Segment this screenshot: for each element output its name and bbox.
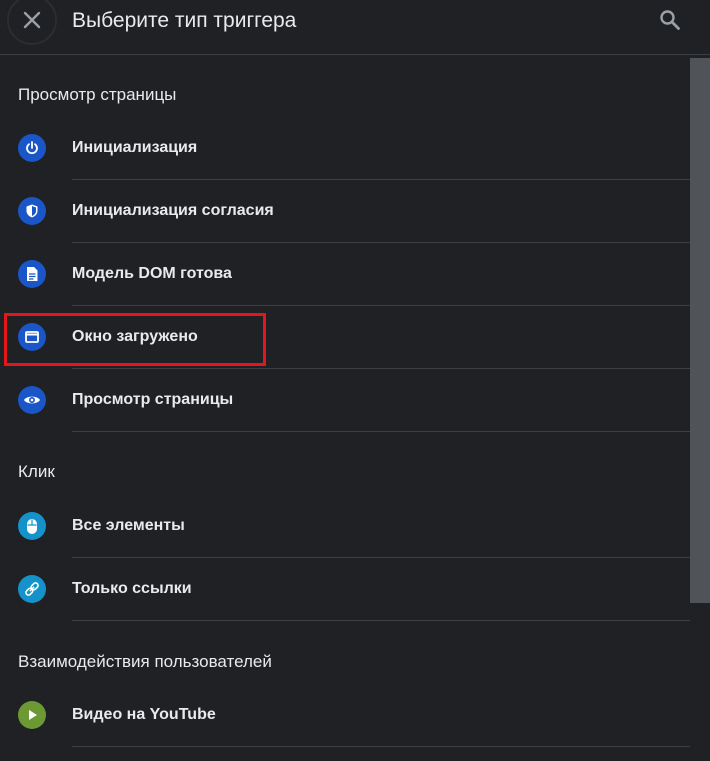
shield-icon <box>18 197 46 225</box>
window-icon <box>18 323 46 351</box>
close-button[interactable] <box>7 0 57 45</box>
search-icon <box>660 10 680 30</box>
divider <box>72 557 690 558</box>
play-icon <box>18 701 46 729</box>
trigger-item-label: Модель DOM готова <box>72 265 232 282</box>
section-title-user-interactions: Взаимодействия пользователей <box>18 652 272 671</box>
divider <box>72 179 690 180</box>
link-icon <box>18 575 46 603</box>
trigger-item-label: Видео на YouTube <box>72 706 216 723</box>
divider <box>72 242 690 243</box>
close-icon <box>23 11 41 29</box>
trigger-item-label: Окно загружено <box>72 328 198 345</box>
power-icon <box>18 134 46 162</box>
trigger-item-label: Инициализация <box>72 139 198 156</box>
divider <box>72 746 690 747</box>
divider <box>72 431 690 432</box>
trigger-item-links-only[interactable]: Только ссылки <box>0 559 690 621</box>
trigger-item-window-loaded[interactable]: Окно загружено <box>0 307 690 369</box>
trigger-item-label: Только ссылки <box>72 580 192 597</box>
trigger-item-label: Все элементы <box>72 517 185 534</box>
trigger-item-youtube-video[interactable]: Видео на YouTube <box>0 685 690 747</box>
trigger-item-label: Просмотр страницы <box>72 391 234 408</box>
trigger-item-initialization[interactable]: Инициализация <box>0 118 690 180</box>
trigger-item-page-view[interactable]: Просмотр страницы <box>0 370 690 432</box>
divider <box>72 305 690 306</box>
search-button[interactable] <box>655 5 685 35</box>
trigger-list: Просмотр страницы Инициализация Инициали… <box>0 56 690 761</box>
mouse-icon <box>18 512 46 540</box>
section-title-click: Клик <box>18 462 55 481</box>
section-title-page-view: Просмотр страницы <box>18 85 177 104</box>
divider <box>72 620 690 621</box>
trigger-item-dom-ready[interactable]: Модель DOM готова <box>0 244 690 306</box>
scrollbar-thumb[interactable] <box>690 58 710 603</box>
document-icon <box>18 260 46 288</box>
header: Выберите тип триггера <box>0 0 710 55</box>
trigger-item-all-elements[interactable]: Все элементы <box>0 496 690 558</box>
dialog-title: Выберите тип триггера <box>72 9 297 32</box>
eye-icon <box>18 386 46 414</box>
trigger-item-label: Инициализация согласия <box>72 202 274 219</box>
trigger-item-consent-initialization[interactable]: Инициализация согласия <box>0 181 690 243</box>
divider <box>72 368 690 369</box>
